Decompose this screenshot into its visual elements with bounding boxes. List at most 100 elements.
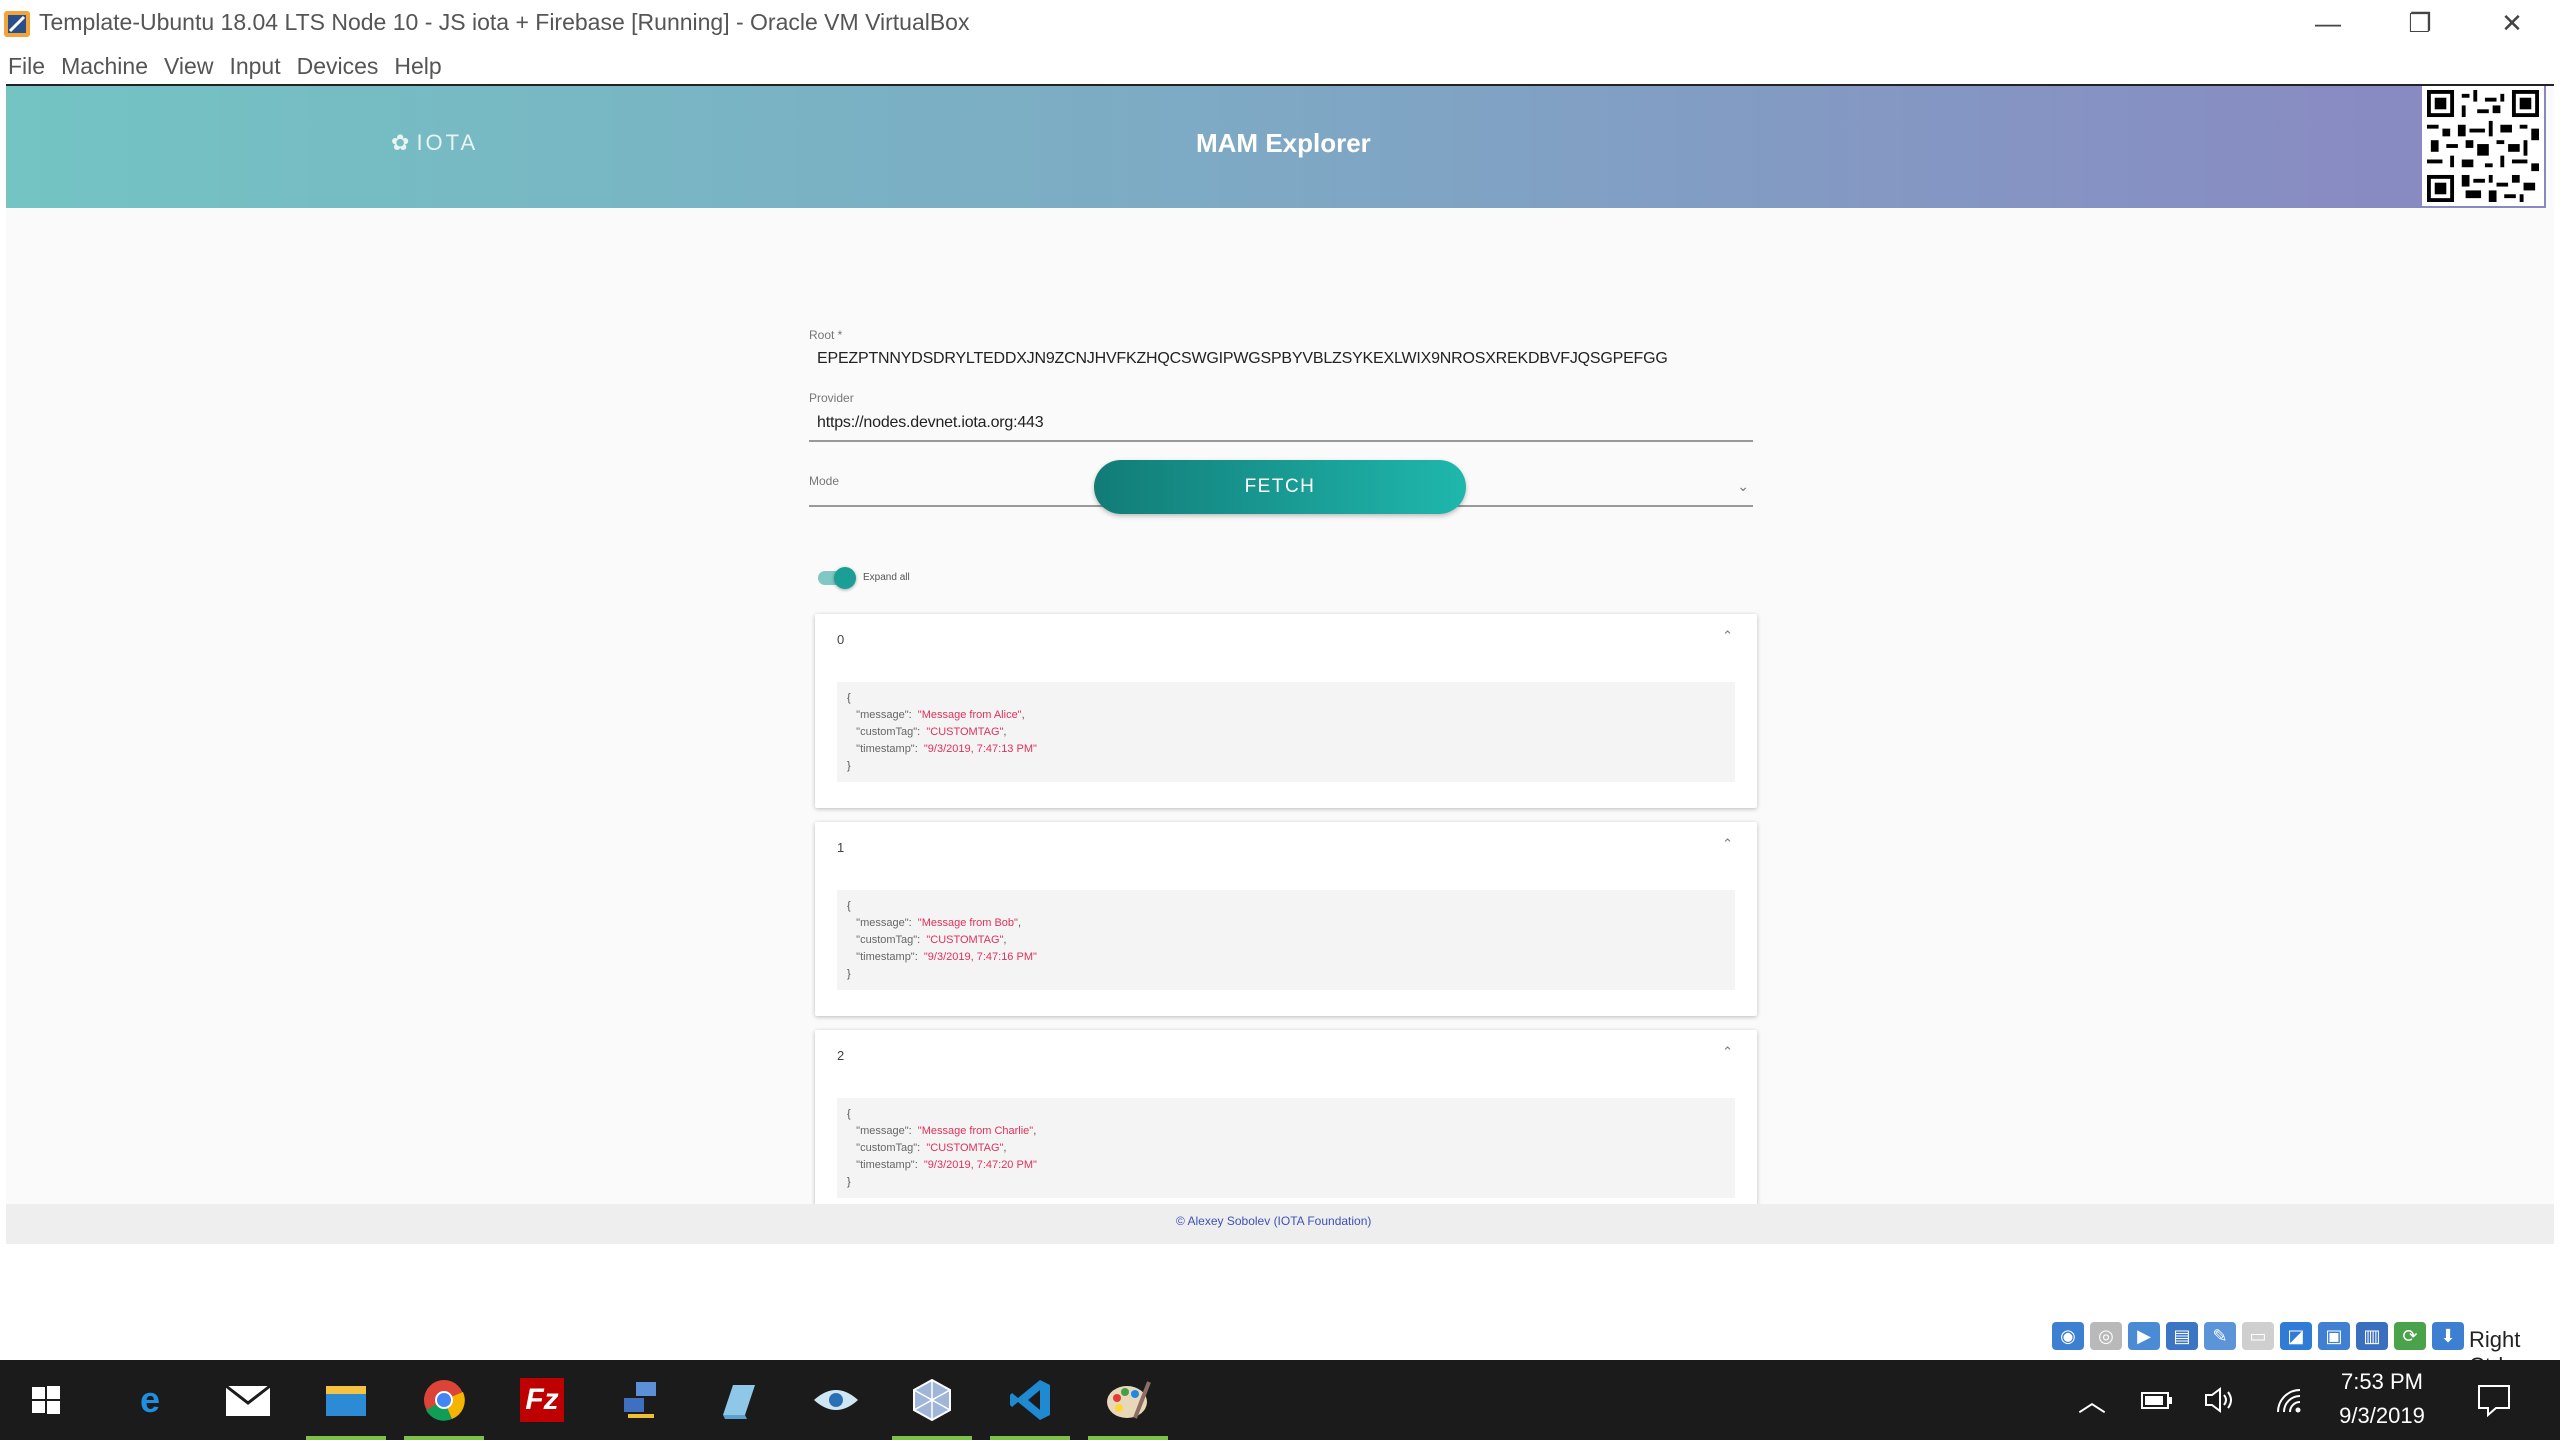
chrome-icon [424, 1380, 465, 1421]
network-icon[interactable]: ▤ [2166, 1322, 2198, 1350]
taskbar-eye-app[interactable] [796, 1360, 876, 1440]
message-index: 0 [837, 632, 845, 647]
vscode-icon [1010, 1380, 1050, 1420]
guest-additions-icon[interactable]: ⟳ [2394, 1322, 2426, 1350]
menu-view[interactable]: View [164, 53, 213, 80]
json-line: "customTag": "CUSTOMTAG", [856, 726, 1007, 738]
hard-disk-icon[interactable]: ◉ [2052, 1322, 2084, 1350]
clock-time: 7:53 PM [2341, 1369, 2423, 1394]
root-label: Root * [809, 328, 843, 342]
vbox-status-icons: ◉ ◎ ▶ ▤ ✎ ▭ ◪ ▣ ▥ ⟳ ⬇ [2052, 1322, 2464, 1350]
message-card[interactable]: 2 ⌃ { "message": "Message from Charlie",… [815, 1030, 1757, 1224]
json-open-brace: { [847, 1108, 851, 1120]
taskbar-chrome[interactable] [404, 1360, 484, 1440]
menu-file[interactable]: File [8, 53, 45, 80]
usb-icon[interactable]: ✎ [2204, 1322, 2236, 1350]
chevron-up-icon[interactable]: ⌃ [1722, 1044, 1733, 1060]
optical-drive-icon[interactable]: ◎ [2090, 1322, 2122, 1350]
expand-all-label: Expand all [863, 572, 910, 583]
eye-icon [814, 1390, 858, 1410]
message-card[interactable]: 1 ⌃ { "message": "Message from Bob", "cu… [815, 822, 1757, 1016]
window-title: Template-Ubuntu 18.04 LTS Node 10 - JS i… [39, 9, 970, 35]
json-open-brace: { [847, 692, 851, 704]
vbox-menubar: File Machine View Input Devices Help [0, 47, 2560, 85]
provider-input[interactable]: https://nodes.devnet.iota.org:443 [817, 414, 1044, 432]
message-index: 1 [837, 840, 845, 855]
qr-code-icon [2422, 86, 2544, 206]
start-button[interactable] [6, 1360, 86, 1440]
taskbar-clock[interactable]: 7:53 PM 9/3/2019 [2322, 1365, 2442, 1433]
json-line: "message": "Message from Bob", [856, 917, 1021, 929]
message-json: { "message": "Message from Alice", "cust… [837, 682, 1735, 782]
notification-icon [2478, 1385, 2510, 1417]
expand-all-toggle[interactable] [818, 567, 856, 589]
display-icon[interactable]: ◪ [2280, 1322, 2312, 1350]
audio-icon[interactable]: ▶ [2128, 1322, 2160, 1350]
taskbar-edge[interactable]: e [110, 1360, 190, 1440]
message-card[interactable]: 0 ⌃ { "message": "Message from Alice", "… [815, 614, 1757, 808]
chevron-up-icon[interactable]: ⌃ [1722, 628, 1733, 644]
menu-machine[interactable]: Machine [61, 53, 148, 80]
wifi-icon[interactable] [2274, 1360, 2306, 1440]
video-capture-icon[interactable]: ▣ [2318, 1322, 2350, 1350]
virtualbox-app-icon [4, 11, 30, 37]
taskbar-notepad[interactable] [698, 1360, 778, 1440]
json-close-brace: } [847, 1176, 851, 1188]
iota-logo: ✿ IOTA [391, 130, 478, 156]
clock-date: 9/3/2019 [2339, 1403, 2425, 1428]
root-input[interactable]: EPEZPTNNYDSDRYLTEDDXJN9ZCNJHVFKZHQCSWGIP… [817, 350, 1668, 368]
json-line: "message": "Message from Alice", [856, 709, 1025, 721]
json-line: "timestamp": "9/3/2019, 7:47:13 PM" [856, 743, 1037, 755]
close-button[interactable]: ✕ [2466, 0, 2558, 47]
menu-input[interactable]: Input [229, 53, 280, 80]
vm-display: ✿ IOTA MAM Explorer Root * EPEZPTNNYDSDR… [0, 84, 2560, 1360]
shared-folders-icon[interactable]: ▭ [2242, 1322, 2274, 1350]
menu-help[interactable]: Help [394, 53, 441, 80]
json-close-brace: } [847, 760, 851, 772]
json-line: "timestamp": "9/3/2019, 7:47:16 PM" [856, 951, 1037, 963]
edge-browser-icon: e [139, 1379, 161, 1420]
json-line: "message": "Message from Charlie", [856, 1125, 1037, 1137]
fetch-button[interactable]: FETCH [1094, 460, 1466, 514]
taskbar-paint[interactable] [1088, 1360, 1168, 1440]
virtualbox-icon [913, 1378, 951, 1422]
folder-icon [326, 1386, 366, 1416]
taskbar-vscode[interactable] [990, 1360, 1070, 1440]
app-header: ✿ IOTA MAM Explorer [6, 86, 2554, 208]
header-edge [2546, 86, 2554, 208]
iota-logo-icon: ✿ [391, 130, 413, 155]
taskbar-mail[interactable] [208, 1360, 288, 1440]
json-line: "customTag": "CUSTOMTAG", [856, 1142, 1007, 1154]
json-open-brace: { [847, 900, 851, 912]
minimize-button[interactable]: — [2282, 0, 2374, 47]
network-computers-icon [624, 1382, 656, 1418]
json-close-brace: } [847, 968, 851, 980]
running-indicator [404, 1436, 484, 1440]
guest-screen: ✿ IOTA MAM Explorer Root * EPEZPTNNYDSDR… [6, 84, 2554, 1288]
action-center-button[interactable] [2476, 1360, 2512, 1440]
notepad-icon [723, 1385, 755, 1419]
power-icon[interactable] [2140, 1360, 2174, 1440]
running-indicator [306, 1436, 386, 1440]
provider-label: Provider [809, 391, 854, 405]
cpu-icon[interactable]: ▥ [2356, 1322, 2388, 1350]
running-indicator [1088, 1436, 1168, 1440]
chevron-down-icon[interactable]: ⌄ [1737, 478, 1749, 495]
taskbar-network-tool[interactable] [600, 1360, 680, 1440]
menu-devices[interactable]: Devices [297, 53, 379, 80]
show-hidden-icons-button[interactable]: ︿ [2078, 1360, 2106, 1440]
volume-icon[interactable] [2204, 1360, 2238, 1440]
window-titlebar: Template-Ubuntu 18.04 LTS Node 10 - JS i… [0, 0, 2560, 47]
footer-credit-link[interactable]: © Alexey Sobolev (IOTA Foundation) [1176, 1214, 1371, 1228]
taskbar-file-explorer[interactable] [306, 1360, 386, 1440]
message-index: 2 [837, 1048, 845, 1063]
page-title: MAM Explorer [1196, 128, 1371, 158]
taskbar-filezilla[interactable]: Fz [502, 1360, 582, 1440]
chevron-up-icon[interactable]: ⌃ [1722, 836, 1733, 852]
json-line: "timestamp": "9/3/2019, 7:47:20 PM" [856, 1159, 1037, 1171]
restore-button[interactable]: ❐ [2374, 0, 2466, 47]
running-indicator [892, 1436, 972, 1440]
mouse-integration-icon[interactable]: ⬇ [2432, 1322, 2464, 1350]
json-line: "customTag": "CUSTOMTAG", [856, 934, 1007, 946]
taskbar-virtualbox[interactable] [892, 1360, 972, 1440]
